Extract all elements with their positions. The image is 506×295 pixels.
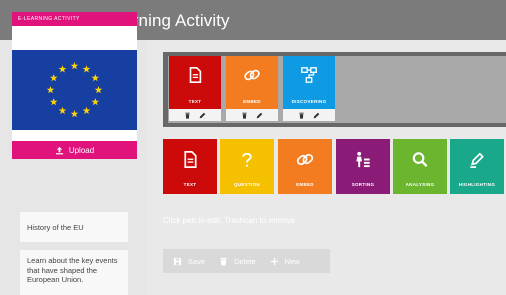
library-tile-embed[interactable]: EMBED xyxy=(278,139,332,194)
tile-label: TEXT xyxy=(188,99,202,104)
save-button[interactable]: Save xyxy=(173,257,205,266)
placed-tile-text[interactable]: TEXT xyxy=(169,56,221,109)
library-tile-analysing[interactable]: ANALYSING xyxy=(393,139,447,194)
tile-actions-text xyxy=(169,109,221,121)
delete-label: Delete xyxy=(234,256,256,266)
delete-button[interactable]: Delete xyxy=(219,257,256,266)
sorting-icon xyxy=(356,151,370,168)
tile-label: EMBED xyxy=(243,99,261,104)
pencil-icon[interactable] xyxy=(199,112,206,119)
trash-icon[interactable] xyxy=(184,112,191,119)
floppy-disk-icon xyxy=(173,257,182,265)
tile-label: ANALYSING xyxy=(405,182,435,187)
placed-tile-embed[interactable]: EMBED xyxy=(226,56,278,109)
trash-icon[interactable] xyxy=(241,112,248,119)
library-tile-sorting[interactable]: SORTING xyxy=(336,139,390,194)
tile-label: TEXT xyxy=(183,182,197,187)
document-icon xyxy=(184,151,197,168)
tile-label: SORTING xyxy=(351,182,375,187)
plus-icon xyxy=(270,257,278,265)
tile-label: QUESTION xyxy=(234,182,260,187)
library-tile-text[interactable]: TEXT xyxy=(163,139,217,194)
tile-label: HIGHLIGHTING xyxy=(458,182,496,187)
document-icon xyxy=(189,66,202,84)
upload-label: Upload xyxy=(68,145,95,155)
eu-flag-image xyxy=(12,50,137,130)
trash-icon[interactable] xyxy=(298,112,305,119)
activity-toolbar: Save Delete New xyxy=(163,249,330,273)
placed-tile-discovering[interactable]: DISCOVERING xyxy=(283,56,335,109)
tile-label: EMBED xyxy=(296,182,314,187)
library-tile-question[interactable]: QUESTION xyxy=(220,139,274,194)
new-label: New xyxy=(284,256,300,266)
upload-button[interactable]: Upload xyxy=(12,141,137,159)
library-tile-highlighting[interactable]: HIGHLIGHTING xyxy=(450,139,504,194)
question-icon xyxy=(242,152,252,167)
pencil-icon[interactable] xyxy=(256,112,263,119)
activity-title-field[interactable]: History of the EU xyxy=(20,212,128,242)
save-label: Save xyxy=(188,256,206,266)
highlighter-icon xyxy=(470,152,484,168)
upload-icon xyxy=(55,146,63,154)
network-icon xyxy=(301,67,317,83)
trash-icon xyxy=(220,257,227,266)
tile-actions-discovering xyxy=(283,109,335,121)
magnifier-icon xyxy=(412,152,428,167)
edit-hint: Click pen to edit. Trashcan to remove. xyxy=(163,216,298,225)
activity-card-header: E-LEARNING ACTIVITY xyxy=(12,12,137,26)
pencil-icon[interactable] xyxy=(313,112,320,119)
activity-description-field[interactable]: Learn about the key events that have sha… xyxy=(20,250,128,295)
link-icon xyxy=(296,153,314,166)
tile-label: DISCOVERING xyxy=(291,99,327,104)
new-button[interactable]: New xyxy=(270,257,300,266)
tile-actions-embed xyxy=(226,109,278,121)
link-icon xyxy=(244,69,260,81)
